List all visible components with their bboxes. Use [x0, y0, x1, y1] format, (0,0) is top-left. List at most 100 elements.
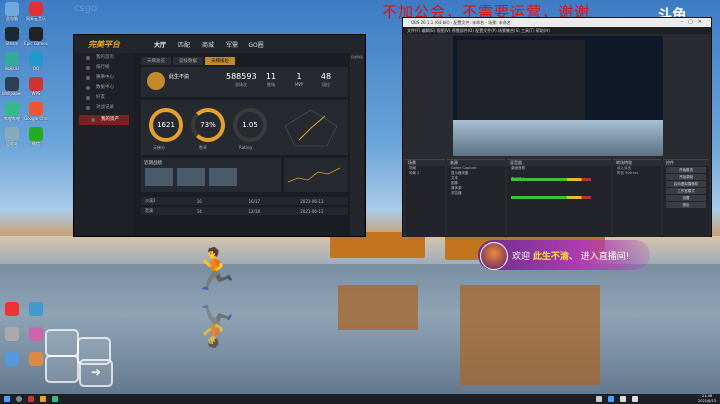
- desktop-shortcut-icon[interactable]: [24, 302, 48, 316]
- nav-lobby[interactable]: 大厅: [148, 40, 172, 49]
- desktop-icon[interactable]: Epic Games: [24, 27, 48, 46]
- ring-label-3: Rating: [239, 145, 252, 150]
- desktop-icon[interactable]: 回收站: [0, 127, 24, 146]
- tab-ladder[interactable]: 天梯排位: [205, 57, 235, 65]
- desktop-icon[interactable]: QQ: [24, 52, 48, 71]
- ring-label-1: 天梯分: [153, 145, 165, 150]
- app-icon: [29, 127, 43, 141]
- desktop-icon-label: QQ: [32, 66, 40, 71]
- friends-panel-title: 好友列表: [351, 55, 364, 59]
- sidebar-item-records[interactable]: 对战记录: [74, 103, 134, 113]
- app-icon: [5, 77, 19, 91]
- settings-button[interactable]: 设置: [666, 195, 706, 201]
- ring-rating: 1.05: [233, 108, 267, 142]
- welcome-banner: 欢迎 此生不渝、 进入直播间!: [478, 240, 650, 270]
- player-card: 此生不渝 588593 总场次 11 胜场 1 MVP 48 段位: [141, 67, 348, 97]
- game-platform-window[interactable]: 完美平台 大厅 匹配 商城 军需 GO圈 我的首页 排行榜 赛事中心 数据中心 …: [73, 34, 366, 237]
- sidebar-item-home[interactable]: 我的首页: [74, 53, 134, 63]
- ring-label-2: 胜率: [199, 145, 207, 150]
- runner-silhouette: 🏃: [190, 247, 240, 293]
- stat-rank-label: 段位: [322, 82, 330, 87]
- desktop-icon[interactable]: Wallpaper: [0, 77, 24, 96]
- app-icon: [29, 102, 43, 116]
- sidebar-item-ranking[interactable]: 排行榜: [74, 63, 134, 73]
- audio-meter-mic[interactable]: [511, 196, 591, 199]
- desktop-icon[interactable]: 此电脑: [0, 2, 24, 21]
- window-controls[interactable]: –▢✕: [681, 18, 707, 27]
- obs-title-bar: OBS 26.1.1 (64-bit) - 配置文件: 未命名 - 场景: 未命…: [403, 18, 711, 27]
- game-main-panel: 天梯总览 竞技数据 天梯排位 此生不渝 588593 总场次 11 胜场 1 M…: [136, 55, 348, 235]
- match-thumb-1[interactable]: [145, 168, 173, 186]
- system-clock[interactable]: 21:48 2021/6/13: [698, 394, 716, 404]
- sidebar-item-assets[interactable]: 我的资产: [79, 115, 129, 125]
- clock-date: 2021/6/13: [698, 399, 716, 403]
- obs-preview[interactable]: [453, 36, 663, 156]
- taskbar: 21:48 2021/6/13: [0, 394, 720, 404]
- game-top-nav: 完美平台 大厅 匹配 商城 军需 GO圈: [74, 35, 365, 53]
- app-icon: [5, 102, 19, 116]
- match-row-2[interactable]: 荒漠 14 12/18 2021-06-12: [141, 207, 348, 215]
- exit-button[interactable]: 退出: [666, 202, 706, 208]
- stat-wins-value: 11: [265, 72, 277, 81]
- app-icon: [29, 27, 43, 41]
- taskbar-app-icon[interactable]: [28, 396, 34, 402]
- nav-supply[interactable]: 军需: [220, 40, 244, 49]
- rock-reflection-right: [460, 285, 600, 385]
- widget-tile-1[interactable]: [45, 329, 79, 357]
- desktop-icon[interactable]: Steam: [0, 27, 24, 46]
- runner-reflection: 🏃: [190, 302, 240, 348]
- desktop-icon[interactable]: 哔哩哔哩: [0, 102, 24, 121]
- volume-icon[interactable]: [620, 396, 626, 402]
- taskbar-app-icon[interactable]: [52, 396, 58, 402]
- desktop-icon[interactable]: 网易UU: [0, 52, 24, 71]
- match-thumb-2[interactable]: [177, 168, 205, 186]
- ring-stats-card: 1621 73% 1.05 天梯分 胜率 Rating: [141, 100, 348, 155]
- app-icon: [5, 2, 19, 16]
- scene-item[interactable]: 场景 2: [405, 171, 445, 176]
- sidebar-item-events[interactable]: 赛事中心: [74, 73, 134, 83]
- obs-window[interactable]: OBS 26.1.1 (64-bit) - 配置文件: 未命名 - 场景: 未命…: [402, 17, 712, 237]
- desktop-icon[interactable]: 微信: [24, 127, 48, 146]
- widget-tile-3[interactable]: [45, 355, 79, 383]
- widget-arrow-tile[interactable]: ➜: [79, 359, 113, 387]
- match-thumb-3[interactable]: [209, 168, 237, 186]
- desktop-widget: ➜: [5, 329, 113, 387]
- match-row-1[interactable]: 沙漠2 16 16/17 2021-06-13: [141, 197, 348, 205]
- start-recording-button[interactable]: 开始录制: [666, 174, 706, 180]
- tab-stats[interactable]: 竞技数据: [173, 57, 203, 65]
- sidebar-item-friends[interactable]: 好友: [74, 93, 134, 103]
- tray-icon[interactable]: [596, 396, 602, 402]
- taskbar-app-icon[interactable]: [40, 396, 46, 402]
- sidebar-item-data[interactable]: 数据中心: [74, 83, 134, 93]
- desktop-shortcut-icon[interactable]: [0, 302, 24, 316]
- network-icon[interactable]: [632, 396, 638, 402]
- desktop-icon[interactable]: Google Chrome: [24, 102, 48, 121]
- nav-go-circle[interactable]: GO圈: [244, 40, 268, 49]
- radar-graph: [284, 109, 338, 147]
- nav-store[interactable]: 商城: [196, 40, 220, 49]
- ring-win-rate: 73%: [191, 108, 225, 142]
- desktop-icon[interactable]: 网易云音乐: [24, 2, 48, 21]
- recent-title: 近期战绩: [144, 161, 162, 166]
- studio-mode-button[interactable]: 工作室模式: [666, 188, 706, 194]
- desktop-icon-label: WPS: [31, 91, 41, 96]
- start-icon[interactable]: [4, 396, 10, 402]
- game-sidebar: 我的首页 排行榜 赛事中心 数据中心 好友 对战记录 我的资产: [74, 53, 134, 236]
- desktop-icon-label: 微信: [32, 141, 40, 146]
- start-streaming-button[interactable]: 开始推流: [666, 167, 706, 173]
- desktop-icon[interactable]: WPS: [24, 77, 48, 96]
- tray-icon[interactable]: [608, 396, 614, 402]
- transition-duration[interactable]: 时长 300 ms: [613, 171, 661, 176]
- viewer-avatar: [480, 242, 508, 270]
- virtual-camera-button[interactable]: 启动虚拟摄像机: [666, 181, 706, 187]
- obs-menu-bar[interactable]: 文件(F) 编辑(E) 视图(V) 停靠部件(D) 配置文件(P) 场景集合(S…: [403, 27, 711, 34]
- search-icon[interactable]: [16, 396, 22, 402]
- audio-meter-desktop[interactable]: [511, 178, 591, 181]
- source-item[interactable]: 浏览器: [447, 191, 505, 196]
- nav-match[interactable]: 匹配: [172, 40, 196, 49]
- preview-beach-thumb: [453, 120, 663, 156]
- trend-card: [284, 158, 348, 192]
- game-logo: 完美平台: [88, 39, 120, 49]
- stat-total-value: 588593: [226, 72, 257, 81]
- tab-overview[interactable]: 天梯总览: [141, 57, 171, 65]
